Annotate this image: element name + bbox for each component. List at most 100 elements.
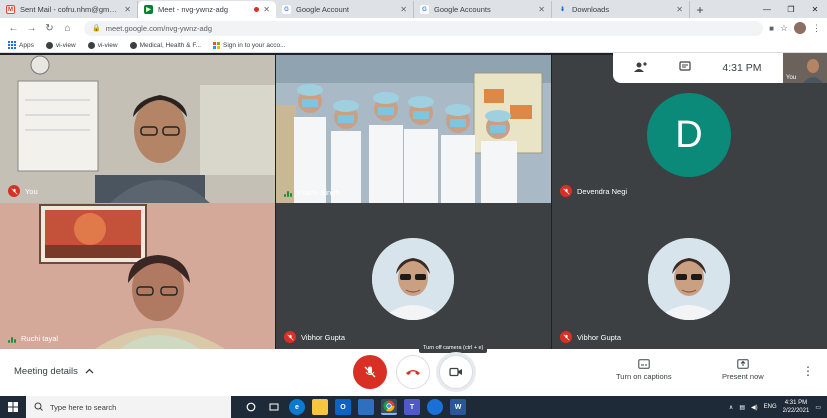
tab-strip: M Sent Mail - cofru.nhm@gmail.c ✕ ▶ Meet…	[0, 0, 827, 18]
chevron-up-icon	[85, 366, 94, 377]
new-tab-button[interactable]: +	[690, 1, 710, 18]
audio-level-icon	[8, 335, 16, 343]
mic-off-icon	[8, 185, 20, 197]
taskbar: Type here to search e O T W ∧ ▤ ◀) ENG 4…	[0, 396, 827, 418]
leave-call-button[interactable]	[396, 355, 430, 389]
tab-downloads[interactable]: ⬇ Downloads ✕	[552, 1, 690, 18]
cortana-icon[interactable]	[243, 399, 259, 415]
bookmark-apps[interactable]: Apps	[8, 41, 34, 49]
more-options-icon[interactable]: ⋮	[802, 364, 814, 378]
bookmark-vi-view-1[interactable]: vi-view	[45, 41, 76, 49]
menu-icon[interactable]: ⋮	[812, 23, 821, 34]
globe-icon	[45, 41, 53, 49]
bookmark-label: vi-view	[55, 41, 76, 49]
tab-google-accounts[interactable]: G Google Accounts ✕	[414, 1, 552, 18]
file-explorer-icon[interactable]	[312, 399, 328, 415]
close-icon[interactable]: ✕	[538, 5, 545, 14]
forward-icon[interactable]: →	[24, 21, 39, 36]
bookmark-label: Apps	[19, 41, 34, 49]
close-icon[interactable]: ✕	[400, 5, 407, 14]
participant-name-tag: You	[8, 185, 38, 197]
meeting-details-label: Meeting details	[14, 366, 78, 377]
close-icon[interactable]: ✕	[124, 5, 131, 14]
meeting-controls-bar: Meeting details Turn off camera (ctrl + …	[0, 343, 827, 396]
camera-toggle-button[interactable]	[439, 355, 473, 389]
participant-name-tag: Ruchi tayal	[8, 334, 58, 343]
teams-icon[interactable]: T	[404, 399, 420, 415]
participant-tile-prachi-singh[interactable]: Prachi Singh	[276, 55, 551, 203]
language-indicator[interactable]: ENG	[764, 404, 777, 410]
camera-icon	[449, 367, 462, 377]
gmail-icon: M	[6, 5, 15, 14]
apps-icon	[8, 41, 16, 49]
bookmark-sign-in[interactable]: Sign in to your acco...	[213, 41, 286, 49]
mic-off-icon	[560, 185, 572, 197]
chrome-icon[interactable]	[381, 399, 397, 415]
self-view-thumbnail[interactable]: You	[783, 53, 827, 83]
video-feed	[0, 55, 275, 203]
meeting-details-button[interactable]: Meeting details	[14, 366, 94, 377]
participant-tile-you[interactable]: You	[0, 55, 275, 203]
mic-off-icon	[364, 366, 376, 378]
word-icon[interactable]: W	[450, 399, 466, 415]
search-icon	[34, 402, 43, 413]
close-icon[interactable]: ✕	[263, 5, 270, 14]
close-window-icon[interactable]: ✕	[803, 1, 827, 18]
minimize-icon[interactable]: —	[755, 1, 779, 18]
reload-icon[interactable]: ↻	[42, 21, 57, 36]
participant-tile-vibhor-gupta[interactable]: Vibhor Gupta	[276, 203, 551, 349]
meeting-info-panel: 4:31 PM	[613, 53, 783, 83]
mic-toggle-button[interactable]	[353, 355, 387, 389]
camera-indicator-icon[interactable]: ■	[769, 24, 774, 33]
profile-avatar[interactable]	[794, 22, 806, 34]
present-icon	[737, 359, 749, 369]
tab-gmail[interactable]: M Sent Mail - cofru.nhm@gmail.c ✕	[0, 1, 138, 18]
download-icon: ⬇	[559, 7, 566, 13]
participant-tile-ruchi-tayal[interactable]: Ruchi tayal	[0, 203, 275, 349]
meeting-grid: You Prachi Singh D Devendra Negi Ruchi t…	[0, 53, 827, 349]
back-icon[interactable]: ←	[6, 21, 21, 36]
outlook-icon[interactable]: O	[335, 399, 351, 415]
taskbar-clock[interactable]: 4:31 PM 2/22/2021	[783, 399, 810, 415]
maximize-icon[interactable]: ❐	[779, 1, 803, 18]
task-view-icon[interactable]	[266, 399, 282, 415]
video-feed	[0, 203, 275, 349]
app-icon[interactable]	[427, 399, 443, 415]
bookmark-vi-view-2[interactable]: vi-view	[87, 41, 118, 49]
participant-name-tag: Vibhor Gupta	[560, 331, 621, 343]
volume-icon[interactable]: ◀)	[751, 404, 758, 411]
captions-button[interactable]: Turn on captions	[616, 359, 672, 381]
taskbar-search-box[interactable]: Type here to search	[26, 396, 231, 418]
notification-icon[interactable]: ▭	[815, 404, 821, 411]
bookmark-medical-health[interactable]: Medical, Health & F...	[129, 41, 201, 49]
present-now-button[interactable]: Present now	[722, 359, 764, 381]
chat-icon[interactable]	[679, 60, 692, 76]
tab-google-account[interactable]: G Google Account ✕	[276, 1, 414, 18]
chevron-up-icon[interactable]: ∧	[729, 404, 733, 411]
close-icon[interactable]: ✕	[676, 5, 683, 14]
system-tray: ∧ ▤ ◀) ENG 4:31 PM 2/22/2021 ▭	[729, 399, 827, 415]
tab-label: Sent Mail - cofru.nhm@gmail.c	[20, 5, 121, 14]
toolbar-right: ■ ☆ ⋮	[769, 22, 821, 34]
windows-start-icon[interactable]	[0, 396, 26, 418]
screen: M Sent Mail - cofru.nhm@gmail.c ✕ ▶ Meet…	[0, 0, 827, 418]
network-icon[interactable]: ▤	[739, 404, 745, 411]
mic-off-icon	[284, 331, 296, 343]
taskbar-time: 4:31 PM	[784, 400, 808, 406]
audio-level-icon	[284, 189, 292, 197]
taskbar-date: 2/22/2021	[782, 408, 810, 414]
app-icon[interactable]	[358, 399, 374, 415]
participant-name-tag: Vibhor Gupta	[284, 331, 345, 343]
star-icon[interactable]: ☆	[780, 23, 788, 34]
edge-icon[interactable]: e	[289, 399, 305, 415]
recording-indicator-icon	[254, 7, 260, 12]
tab-label: Google Account	[296, 5, 349, 14]
participant-tile-vibhor-gupta-2[interactable]: Vibhor Gupta	[552, 203, 827, 349]
tab-meet[interactable]: ▶ Meet - nvg-ywnz-adg ✕	[138, 1, 276, 18]
home-icon[interactable]: ⌂	[60, 21, 75, 36]
people-icon[interactable]	[634, 61, 648, 76]
meet-icon: ▶	[144, 5, 153, 14]
participant-name-tag: Devendra Negi	[560, 185, 627, 197]
address-bar[interactable]: 🔒 meet.google.com/nvg-ywnz-adg	[84, 20, 764, 36]
bookmark-label: vi-view	[97, 41, 118, 49]
